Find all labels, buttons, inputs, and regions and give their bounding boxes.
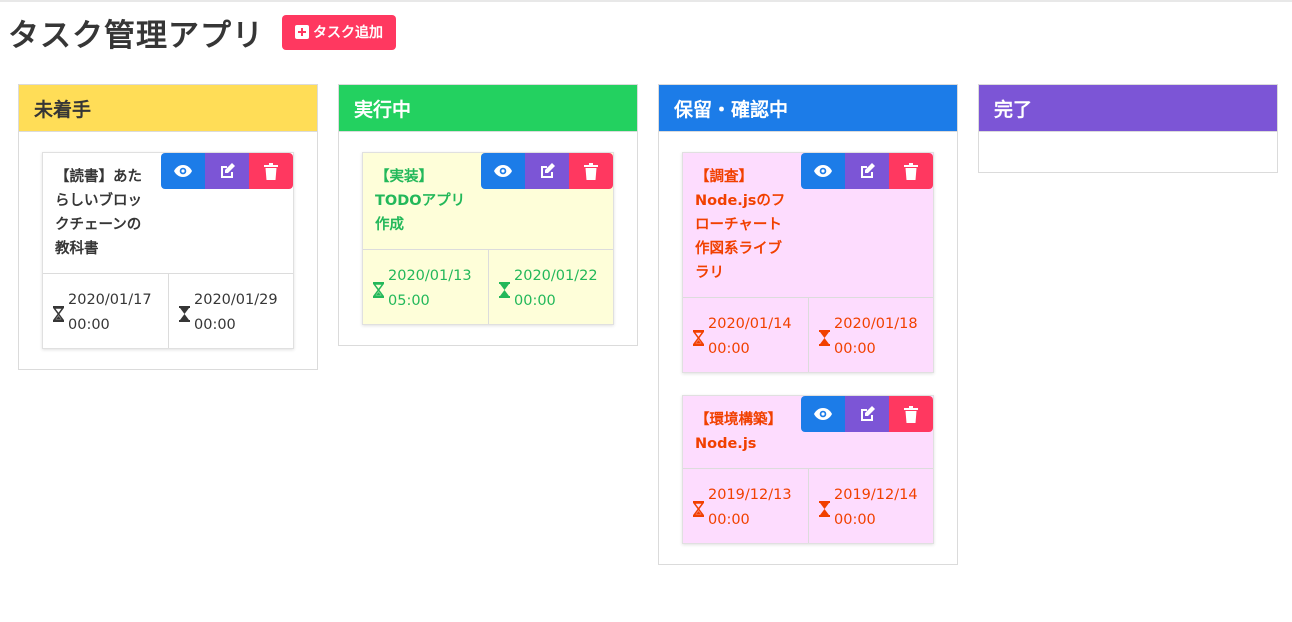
add-task-button[interactable]: タスク追加 — [282, 14, 396, 50]
start-date-text: 2019/12/13 00:00 — [708, 487, 792, 528]
trash-icon — [904, 162, 918, 180]
column-title: 保留・確認中 — [659, 85, 957, 131]
column-todo: 未着手 【読書】あたらしいブロックチェーンの教科書 2020/01/17 00:… — [18, 84, 318, 370]
edit-icon — [861, 406, 875, 421]
view-button[interactable] — [801, 396, 845, 432]
edit-icon — [541, 163, 555, 178]
task-title: 【実装】TODOアプリ作成 — [375, 169, 466, 233]
start-date-text: 2020/01/14 00:00 — [708, 316, 792, 357]
edit-icon — [221, 163, 235, 178]
due-date: 2020/01/22 00:00 — [488, 250, 613, 324]
trash-icon — [584, 162, 598, 180]
column-on-hold: 保留・確認中 【調査】Node.jsのフローチャート作図系ライブラリ 2020/… — [658, 84, 958, 565]
start-date: 2020/01/17 00:00 — [43, 274, 168, 348]
task-card[interactable]: 【調査】Node.jsのフローチャート作図系ライブラリ 2020/01/14 0… — [682, 152, 934, 373]
add-task-label: タスク追加 — [313, 25, 383, 41]
due-date-text: 2019/12/14 00:00 — [834, 487, 918, 528]
column-body: 【調査】Node.jsのフローチャート作図系ライブラリ 2020/01/14 0… — [659, 131, 957, 564]
task-card[interactable]: 【実装】TODOアプリ作成 2020/01/13 05:00 2020/01/2… — [362, 152, 614, 325]
edit-icon — [861, 163, 875, 178]
column-title: 未着手 — [19, 85, 317, 131]
hourglass-start-icon — [53, 306, 64, 322]
delete-button[interactable] — [249, 153, 293, 189]
column-body — [979, 131, 1277, 172]
due-date: 2020/01/29 00:00 — [168, 274, 293, 348]
view-button[interactable] — [161, 153, 205, 189]
eye-icon — [814, 165, 832, 177]
hourglass-end-icon — [179, 306, 190, 322]
view-button[interactable] — [801, 153, 845, 189]
due-date: 2020/01/18 00:00 — [808, 298, 933, 372]
start-date: 2019/12/13 00:00 — [683, 469, 808, 543]
edit-button[interactable] — [845, 396, 889, 432]
due-date-text: 2020/01/22 00:00 — [514, 268, 598, 309]
task-card[interactable]: 【環境構築】Node.js 2019/12/13 00:00 2019/12/1… — [682, 395, 934, 544]
hourglass-end-icon — [819, 501, 830, 517]
task-title: 【読書】あたらしいブロックチェーンの教科書 — [55, 169, 142, 257]
due-date-text: 2020/01/29 00:00 — [194, 292, 278, 333]
column-title: 実行中 — [339, 85, 637, 131]
delete-button[interactable] — [889, 396, 933, 432]
hourglass-start-icon — [693, 330, 704, 346]
trash-icon — [904, 405, 918, 423]
column-title: 完了 — [979, 85, 1277, 131]
start-date: 2020/01/13 05:00 — [363, 250, 488, 324]
plus-square-icon — [295, 25, 309, 39]
column-body: 【読書】あたらしいブロックチェーンの教科書 2020/01/17 00:00 2… — [19, 131, 317, 369]
task-title: 【環境構築】Node.js — [695, 412, 782, 452]
hourglass-start-icon — [693, 501, 704, 517]
edit-button[interactable] — [205, 153, 249, 189]
task-title: 【調査】Node.jsのフローチャート作図系ライブラリ — [695, 169, 786, 281]
start-date-text: 2020/01/13 05:00 — [388, 268, 472, 309]
column-body: 【実装】TODOアプリ作成 2020/01/13 05:00 2020/01/2… — [339, 131, 637, 345]
eye-icon — [494, 165, 512, 177]
eye-icon — [174, 165, 192, 177]
delete-button[interactable] — [889, 153, 933, 189]
eye-icon — [814, 408, 832, 420]
start-date-text: 2020/01/17 00:00 — [68, 292, 152, 333]
view-button[interactable] — [481, 153, 525, 189]
column-done: 完了 — [978, 84, 1278, 173]
hourglass-end-icon — [819, 330, 830, 346]
delete-button[interactable] — [569, 153, 613, 189]
edit-button[interactable] — [845, 153, 889, 189]
edit-button[interactable] — [525, 153, 569, 189]
column-doing: 実行中 【実装】TODOアプリ作成 2020/01/13 05:00 2020/… — [338, 84, 638, 346]
due-date-text: 2020/01/18 00:00 — [834, 316, 918, 357]
trash-icon — [264, 162, 278, 180]
hourglass-start-icon — [373, 282, 384, 298]
app-header: タスク管理アプリ タスク追加 — [8, 12, 396, 54]
hourglass-end-icon — [499, 282, 510, 298]
app-title: タスク管理アプリ — [8, 17, 264, 54]
due-date: 2019/12/14 00:00 — [808, 469, 933, 543]
task-card[interactable]: 【読書】あたらしいブロックチェーンの教科書 2020/01/17 00:00 2… — [42, 152, 294, 349]
start-date: 2020/01/14 00:00 — [683, 298, 808, 372]
